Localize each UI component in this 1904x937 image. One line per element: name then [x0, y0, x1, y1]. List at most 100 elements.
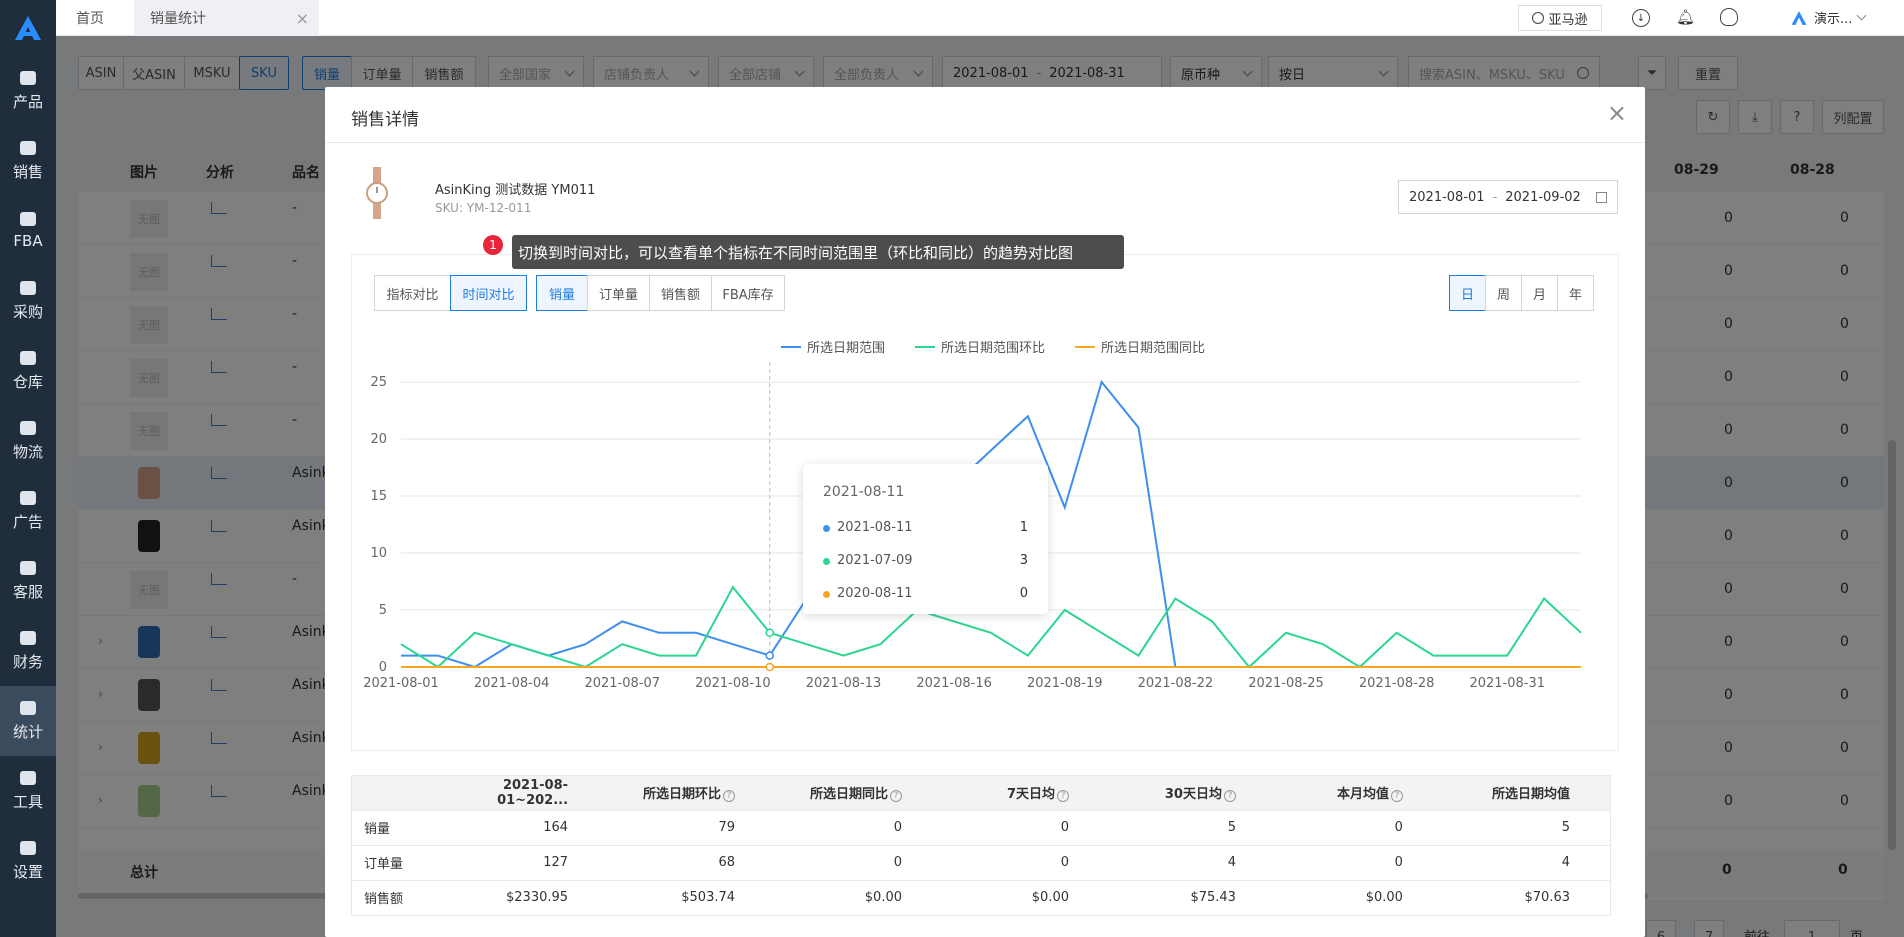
stats-cell: $0.00: [1275, 879, 1443, 915]
tab-week-label: 周: [1496, 287, 1510, 303]
yen-icon: [20, 630, 36, 645]
tab-orders[interactable]: 订单量: [587, 275, 650, 311]
x-tick-label: 2021-08-16: [916, 676, 992, 691]
stats-cell: $70.63: [1442, 879, 1610, 915]
stats-cell: 4: [1442, 844, 1610, 880]
tab-time-compare-label: 时间对比: [462, 287, 515, 303]
truck-icon: [20, 420, 36, 435]
sidebar-item-label: 设置: [12, 862, 43, 881]
top-bar: 首页 销量统计 × 亚马逊 ↓ 🔔︎ 演示...: [56, 0, 1904, 36]
x-tick-label: 2021-08-31: [1469, 676, 1545, 691]
sidebar-item-mail[interactable]: 客服: [0, 546, 56, 616]
stats-cell: 0: [1275, 809, 1443, 845]
product-sku: SKU: YM-12-011: [435, 201, 532, 215]
sidebar-item-warehouse[interactable]: 仓库: [0, 336, 56, 406]
help-icon[interactable]: ?: [1223, 790, 1236, 803]
site-label: 亚马逊: [1548, 12, 1588, 28]
legend-label[interactable]: 所选日期范围同比: [1101, 341, 1205, 356]
tab-sales[interactable]: 销量: [536, 275, 588, 311]
x-tick-label: 2021-08-25: [1248, 676, 1324, 691]
site-switch[interactable]: 亚马逊: [1518, 5, 1602, 31]
tab-week[interactable]: 周: [1485, 275, 1522, 311]
sidebar-item-cart[interactable]: 采购: [0, 266, 56, 336]
sidebar-item-tools[interactable]: 工具: [0, 756, 56, 826]
help-icon[interactable]: ?: [723, 790, 736, 803]
tab-home-label: 首页: [76, 11, 104, 27]
sell-icon: [20, 140, 36, 155]
stats-header-label: 本月均值: [1336, 787, 1389, 803]
bell-icon[interactable]: 🔔︎: [1676, 8, 1695, 26]
tools-icon: [20, 770, 36, 785]
tab-fba-stock[interactable]: FBA库存: [711, 275, 785, 311]
download-icon[interactable]: ↓: [1632, 9, 1650, 27]
sidebar-item-product[interactable]: 产品: [0, 56, 56, 126]
x-tick-label: 2021-08-07: [584, 676, 660, 691]
tab-month-label: 月: [1532, 287, 1546, 303]
sidebar-item-gear[interactable]: 设置: [0, 826, 56, 896]
stats-cell: 164: [441, 809, 609, 845]
hover-point: [765, 662, 774, 672]
sidebar-item-pie-chart[interactable]: 统计: [0, 686, 56, 756]
stats-header-label: 所选日期同比: [809, 787, 888, 803]
tab-sales-stats[interactable]: 销量统计 ×: [134, 0, 319, 36]
stats-cell: 0: [942, 809, 1109, 845]
tab-revenue-label: 销售额: [660, 287, 700, 303]
stats-header: 所选日期同比?: [775, 776, 942, 810]
sidebar-item-truck[interactable]: 物流: [0, 406, 56, 476]
legend-label[interactable]: 所选日期范围: [807, 341, 885, 356]
app-logo[interactable]: [0, 0, 56, 56]
stats-row: 订单量 127 68 0 0 4 0 4: [352, 844, 1610, 880]
tab-year[interactable]: 年: [1557, 275, 1594, 311]
sidebar-item-label: 工具: [12, 792, 43, 811]
date-sep: -: [1492, 189, 1498, 205]
x-tick-label: 2021-08-01: [363, 676, 439, 691]
legend-label[interactable]: 所选日期范围环比: [941, 341, 1045, 356]
pie-chart-icon: [20, 700, 36, 715]
sidebar-item-label: 仓库: [12, 372, 43, 391]
calendar-icon: [1596, 191, 1607, 203]
tab-sales-stats-label: 销量统计: [150, 11, 206, 27]
cart-icon: [20, 280, 36, 295]
tab-metric-compare[interactable]: 指标对比: [374, 275, 451, 311]
modal-date-range[interactable]: 2021-08-01 - 2021-09-02: [1398, 180, 1618, 214]
stats-header-label: 2021-08-01~202...: [497, 777, 569, 808]
stats-cell: 订单量: [352, 844, 442, 880]
sidebar-item-sell[interactable]: 销售: [0, 126, 56, 196]
sidebar-item-ad[interactable]: 广告: [0, 476, 56, 546]
sidebar-item-label: 物流: [12, 442, 43, 461]
y-tick-label: 5: [379, 603, 387, 618]
x-tick-label: 2021-08-19: [1027, 676, 1103, 691]
sidebar-item-label: 财务: [12, 652, 43, 671]
help-icon[interactable]: ?: [1390, 790, 1403, 803]
tab-month[interactable]: 月: [1521, 275, 1558, 311]
tab-revenue[interactable]: 销售额: [649, 275, 712, 311]
user-menu[interactable]: 演示...: [1790, 8, 1867, 27]
user-logo-icon: [1791, 10, 1807, 25]
headset-icon[interactable]: [1720, 8, 1738, 26]
help-icon[interactable]: ?: [1056, 790, 1069, 803]
tooltip-label: 2021-07-09: [837, 553, 913, 568]
chart-tooltip: 2021-08-11 2021-08-11 1 2021-07-09 3 2020-08…: [803, 464, 1048, 614]
stats-cell: 0: [942, 844, 1109, 880]
ad-icon: [20, 490, 36, 505]
logo-icon: [15, 16, 41, 40]
tab-close-icon[interactable]: ×: [296, 9, 309, 28]
sidebar-item-label: 产品: [12, 92, 43, 111]
tab-metric-compare-label: 指标对比: [386, 287, 439, 303]
tooltip-dot: [823, 591, 830, 598]
help-icon[interactable]: ?: [890, 790, 902, 803]
stats-cell: $0.00: [775, 879, 942, 915]
x-tick-label: 2021-08-10: [695, 676, 771, 691]
close-icon[interactable]: ×: [1607, 99, 1627, 127]
y-tick-label: 0: [379, 660, 387, 675]
tab-home[interactable]: 首页: [76, 0, 104, 36]
sidebar-item-amazon[interactable]: FBA: [0, 196, 56, 266]
tab-day[interactable]: 日: [1449, 275, 1486, 311]
sidebar-item-yen[interactable]: 财务: [0, 616, 56, 686]
modal-date-end: 2021-09-02: [1505, 189, 1581, 205]
sidebar-item-label: 统计: [12, 722, 43, 741]
y-tick-label: 15: [370, 489, 387, 504]
tab-time-compare[interactable]: 时间对比: [450, 275, 527, 311]
sales-detail-modal: 销售详情 × AsinKing 测试数据 YM011 SKU: YM-12-01…: [325, 87, 1645, 937]
stats-cell: $0.00: [942, 879, 1109, 915]
